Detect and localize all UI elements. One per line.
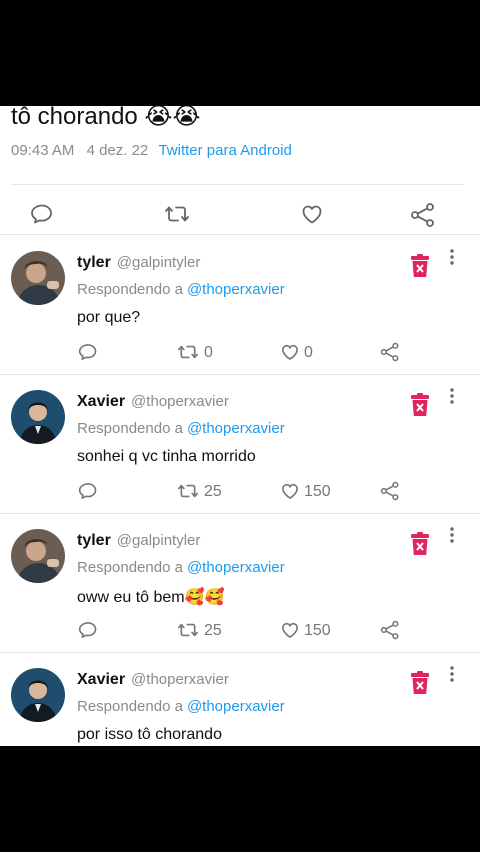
main-tweet-actions bbox=[0, 192, 480, 236]
avatar[interactable] bbox=[11, 251, 65, 305]
reply-icon[interactable] bbox=[78, 342, 98, 362]
mention-link[interactable]: @thoperxavier bbox=[187, 559, 285, 576]
reply-icon[interactable] bbox=[30, 202, 54, 226]
like-count: 150 bbox=[304, 483, 331, 500]
avatar[interactable] bbox=[11, 529, 65, 583]
like-icon[interactable] bbox=[280, 481, 300, 501]
delete-icon[interactable] bbox=[410, 254, 430, 278]
replying-label: Respondendo a bbox=[77, 559, 183, 576]
share-icon[interactable] bbox=[410, 202, 436, 228]
divider bbox=[0, 234, 480, 235]
retweet-count: 25 bbox=[204, 622, 222, 639]
retweet-count: 0 bbox=[204, 344, 213, 361]
reply-text: oww eu tô bem🥰🥰 bbox=[77, 589, 225, 606]
like-count: 150 bbox=[304, 622, 331, 639]
reply-actions: 0 0 bbox=[0, 342, 480, 366]
replying-to: Respondendo a @thoperxavier bbox=[77, 420, 285, 437]
like-icon[interactable] bbox=[280, 620, 300, 640]
author-name: tyler bbox=[77, 254, 111, 271]
author-handle: @galpintyler bbox=[116, 532, 201, 549]
retweet-icon[interactable] bbox=[177, 620, 199, 640]
author-handle: @galpintyler bbox=[116, 254, 201, 271]
tweet-date: 4 dez. 22 bbox=[86, 142, 149, 159]
avatar[interactable] bbox=[11, 668, 65, 722]
more-icon[interactable] bbox=[446, 526, 458, 546]
author-handle: @thoperxavier bbox=[131, 671, 229, 688]
replying-label: Respondendo a bbox=[77, 281, 183, 298]
reply-icon[interactable] bbox=[78, 481, 98, 501]
reply-tweet[interactable]: Xavier @thoperxavier Respondendo a @thoper… bbox=[0, 653, 480, 746]
reply-text: por isso tô chorando bbox=[77, 726, 222, 743]
tweet-time: 09:43 AM bbox=[11, 142, 75, 159]
reply-text: sonhei q vc tinha morrido bbox=[77, 448, 256, 465]
reply-tweet[interactable]: tyler @galpintyler Respondendo a @thoperxa… bbox=[0, 514, 480, 653]
author-handle: @thoperxavier bbox=[131, 393, 229, 410]
delete-icon[interactable] bbox=[410, 532, 430, 556]
replying-label: Respondendo a bbox=[77, 698, 183, 715]
reply-author: tyler @galpintyler bbox=[77, 254, 200, 272]
author-name: tyler bbox=[77, 532, 111, 549]
share-icon[interactable] bbox=[380, 342, 400, 362]
retweet-icon[interactable] bbox=[164, 202, 190, 226]
replying-to: Respondendo a @thoperxavier bbox=[77, 281, 285, 298]
more-icon[interactable] bbox=[446, 248, 458, 268]
like-icon[interactable] bbox=[280, 342, 300, 362]
replying-to: Respondendo a @thoperxavier bbox=[77, 559, 285, 576]
reply-author: Xavier @thoperxavier bbox=[77, 393, 229, 411]
retweet-count: 25 bbox=[204, 483, 222, 500]
reply-author: Xavier @thoperxavier bbox=[77, 671, 229, 689]
replying-to: Respondendo a @thoperxavier bbox=[77, 698, 285, 715]
avatar[interactable] bbox=[11, 390, 65, 444]
tweet-source-link[interactable]: Twitter para Android bbox=[158, 142, 291, 159]
share-icon[interactable] bbox=[380, 620, 400, 640]
reply-actions: 25 150 bbox=[0, 481, 480, 505]
reply-tweet[interactable]: Xavier @thoperxavier Respondendo a @thoper… bbox=[0, 375, 480, 514]
reply-text: por que? bbox=[77, 309, 141, 326]
author-name: Xavier bbox=[77, 393, 126, 410]
like-icon[interactable] bbox=[300, 202, 324, 226]
main-tweet-meta: 09:43 AM 4 dez. 22 Twitter para Android bbox=[11, 142, 292, 159]
mention-link[interactable]: @thoperxavier bbox=[187, 698, 285, 715]
share-icon[interactable] bbox=[380, 481, 400, 501]
divider bbox=[11, 184, 463, 185]
reply-icon[interactable] bbox=[78, 620, 98, 640]
mention-link[interactable]: @thoperxavier bbox=[187, 420, 285, 437]
mention-link[interactable]: @thoperxavier bbox=[187, 281, 285, 298]
tweet-thread-screen: tô chorando 😭😭 09:43 AM 4 dez. 22 Twitte… bbox=[0, 106, 480, 746]
retweet-icon[interactable] bbox=[177, 342, 199, 362]
more-icon[interactable] bbox=[446, 387, 458, 407]
reply-author: tyler @galpintyler bbox=[77, 532, 200, 550]
reply-actions: 25 150 bbox=[0, 620, 480, 644]
like-count: 0 bbox=[304, 344, 313, 361]
retweet-icon[interactable] bbox=[177, 481, 199, 501]
main-tweet-text: tô chorando 😭😭 bbox=[11, 106, 201, 130]
delete-icon[interactable] bbox=[410, 671, 430, 695]
more-icon[interactable] bbox=[446, 665, 458, 685]
author-name: Xavier bbox=[77, 671, 126, 688]
reply-tweet[interactable]: tyler @galpintyler Respondendo a @thoperxa… bbox=[0, 236, 480, 375]
delete-icon[interactable] bbox=[410, 393, 430, 417]
replying-label: Respondendo a bbox=[77, 420, 183, 437]
